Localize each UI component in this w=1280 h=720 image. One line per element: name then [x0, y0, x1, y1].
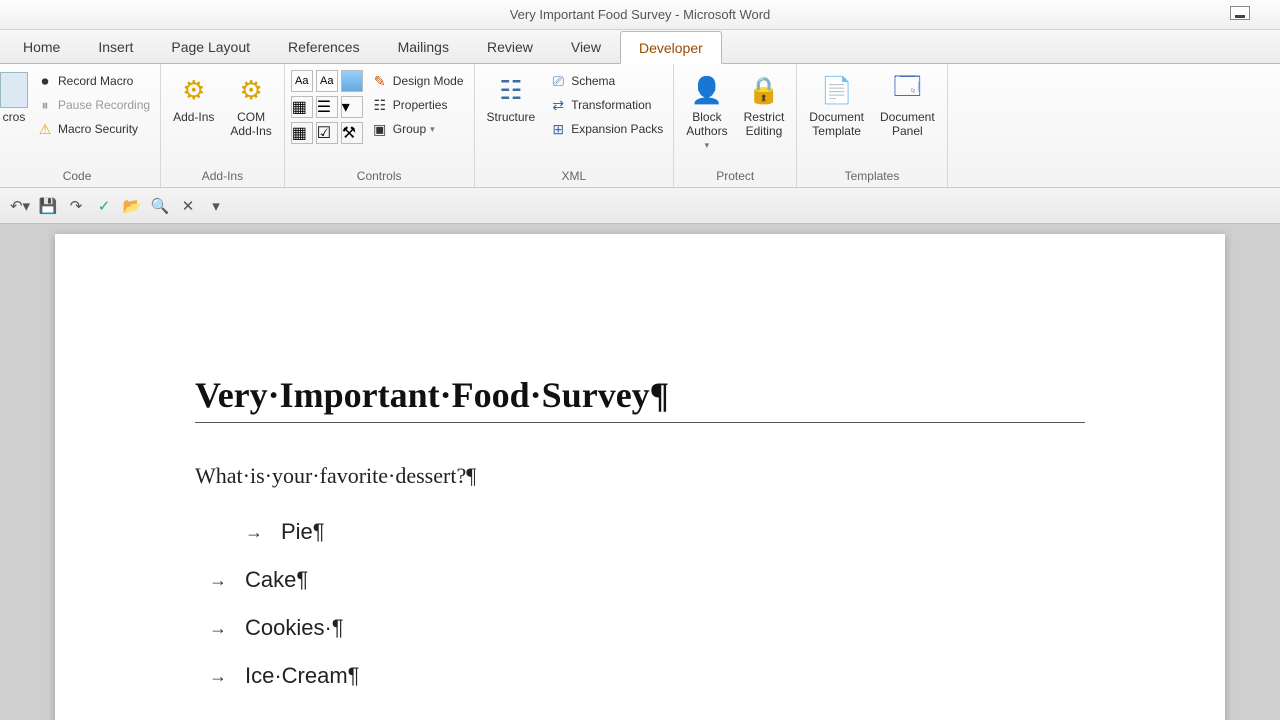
schema-icon: ⎚ — [549, 72, 567, 90]
ribbon: cros ⏺Record Macro ⏸Pause Recording ⚠Mac… — [0, 64, 1280, 188]
tab-page-layout[interactable]: Page Layout — [152, 30, 269, 63]
checkbox-control-icon[interactable]: ☑ — [316, 122, 338, 144]
save-button[interactable]: 💾 — [38, 196, 58, 216]
macros-button[interactable]: cros — [0, 70, 28, 126]
restrict-icon: 🔒 — [746, 72, 782, 108]
option-row[interactable]: →Cookies·¶ — [195, 615, 1085, 641]
print-preview-button[interactable]: 🔍 — [150, 196, 170, 216]
date-picker-control-icon[interactable]: ▦ — [291, 122, 313, 144]
tab-view[interactable]: View — [552, 30, 620, 63]
window-title: Very Important Food Survey - Microsoft W… — [510, 7, 771, 22]
structure-icon: ☷ — [493, 72, 529, 108]
option-row[interactable]: →Ice·Cream¶ — [195, 663, 1085, 689]
pause-recording-button[interactable]: ⏸Pause Recording — [32, 94, 154, 116]
combo-box-control-icon[interactable]: ☰ — [316, 96, 338, 118]
redo-button[interactable]: ↷ — [66, 196, 86, 216]
plain-text-control-icon[interactable]: Aa — [316, 70, 338, 92]
document-panel-button[interactable]: 🗔 Document Panel — [874, 70, 941, 140]
group-button[interactable]: ▣Group — [367, 118, 468, 140]
group-label-controls: Controls — [291, 167, 468, 187]
building-block-control-icon[interactable]: ▦ — [291, 96, 313, 118]
block-authors-button[interactable]: 👤 Block Authors — [680, 70, 733, 153]
rich-text-control-icon[interactable]: Aa — [291, 70, 313, 92]
ribbon-tabs: Home Insert Page Layout References Maili… — [0, 30, 1280, 64]
group-label-addins: Add-Ins — [167, 167, 278, 187]
record-icon: ⏺ — [36, 72, 54, 90]
design-icon: ✎ — [371, 72, 389, 90]
document-area[interactable]: Very·Important·Food·Survey¶ What·is·your… — [0, 224, 1280, 720]
pause-icon: ⏸ — [36, 96, 54, 114]
macro-security-button[interactable]: ⚠Macro Security — [32, 118, 154, 140]
group-label-templates: Templates — [803, 167, 940, 187]
warning-icon: ⚠ — [36, 120, 54, 138]
properties-icon: ☷ — [371, 96, 389, 114]
properties-button[interactable]: ☷Properties — [367, 94, 468, 116]
group-icon: ▣ — [371, 120, 389, 138]
undo-button[interactable]: ↶▾ — [10, 196, 30, 216]
dropdown-control-icon[interactable]: ▾ — [341, 96, 363, 118]
transformation-button[interactable]: ⇄Transformation — [545, 94, 667, 116]
gear-icon: ⚙ — [176, 72, 212, 108]
legacy-tools-icon[interactable]: ⚒ — [341, 122, 363, 144]
close-button[interactable]: ✕ — [178, 196, 198, 216]
tab-references[interactable]: References — [269, 30, 379, 63]
expansion-packs-button[interactable]: ⊞Expansion Packs — [545, 118, 667, 140]
group-label-protect: Protect — [680, 167, 790, 187]
document-page[interactable]: Very·Important·Food·Survey¶ What·is·your… — [55, 234, 1225, 720]
expansion-icon: ⊞ — [549, 120, 567, 138]
gear-list-icon: ⚙ — [233, 72, 269, 108]
tab-arrow-icon: → — [245, 522, 263, 543]
group-label-code: Code — [0, 167, 154, 187]
restrict-editing-button[interactable]: 🔒 Restrict Editing — [738, 70, 791, 140]
tab-arrow-icon: → — [209, 570, 227, 591]
quick-access-toolbar: ↶▾ 💾 ↷ ✓ 📂 🔍 ✕ ▾ — [0, 188, 1280, 224]
record-macro-button[interactable]: ⏺Record Macro — [32, 70, 154, 92]
tab-developer[interactable]: Developer — [620, 31, 722, 64]
open-button[interactable]: 📂 — [122, 196, 142, 216]
tab-mailings[interactable]: Mailings — [379, 30, 468, 63]
structure-button[interactable]: ☷ Structure — [481, 70, 542, 126]
addins-button[interactable]: ⚙ Add-Ins — [167, 70, 220, 126]
template-icon: 📄 — [819, 72, 855, 108]
option-row[interactable]: →Cake¶ — [195, 567, 1085, 593]
tab-arrow-icon: → — [209, 666, 227, 687]
document-heading[interactable]: Very·Important·Food·Survey¶ — [195, 374, 1085, 423]
spellcheck-button[interactable]: ✓ — [94, 196, 114, 216]
title-bar: Very Important Food Survey - Microsoft W… — [0, 0, 1280, 30]
block-authors-icon: 👤 — [689, 72, 725, 108]
option-row[interactable]: →Pie¶ — [195, 519, 1085, 545]
design-mode-button[interactable]: ✎Design Mode — [367, 70, 468, 92]
group-label-xml: XML — [481, 167, 668, 187]
tab-arrow-icon: → — [209, 618, 227, 639]
schema-button[interactable]: ⎚Schema — [545, 70, 667, 92]
com-addins-button[interactable]: ⚙ COM Add-Ins — [224, 70, 277, 140]
tab-home[interactable]: Home — [4, 30, 79, 63]
tab-insert[interactable]: Insert — [79, 30, 152, 63]
tab-review[interactable]: Review — [468, 30, 552, 63]
picture-control-icon[interactable] — [341, 70, 363, 92]
document-question[interactable]: What·is·your·favorite·dessert?¶ — [195, 463, 1085, 489]
document-template-button[interactable]: 📄 Document Template — [803, 70, 870, 140]
minimize-button[interactable] — [1230, 6, 1250, 20]
qat-customize-button[interactable]: ▾ — [206, 196, 226, 216]
panel-icon: 🗔 — [889, 72, 925, 108]
transform-icon: ⇄ — [549, 96, 567, 114]
